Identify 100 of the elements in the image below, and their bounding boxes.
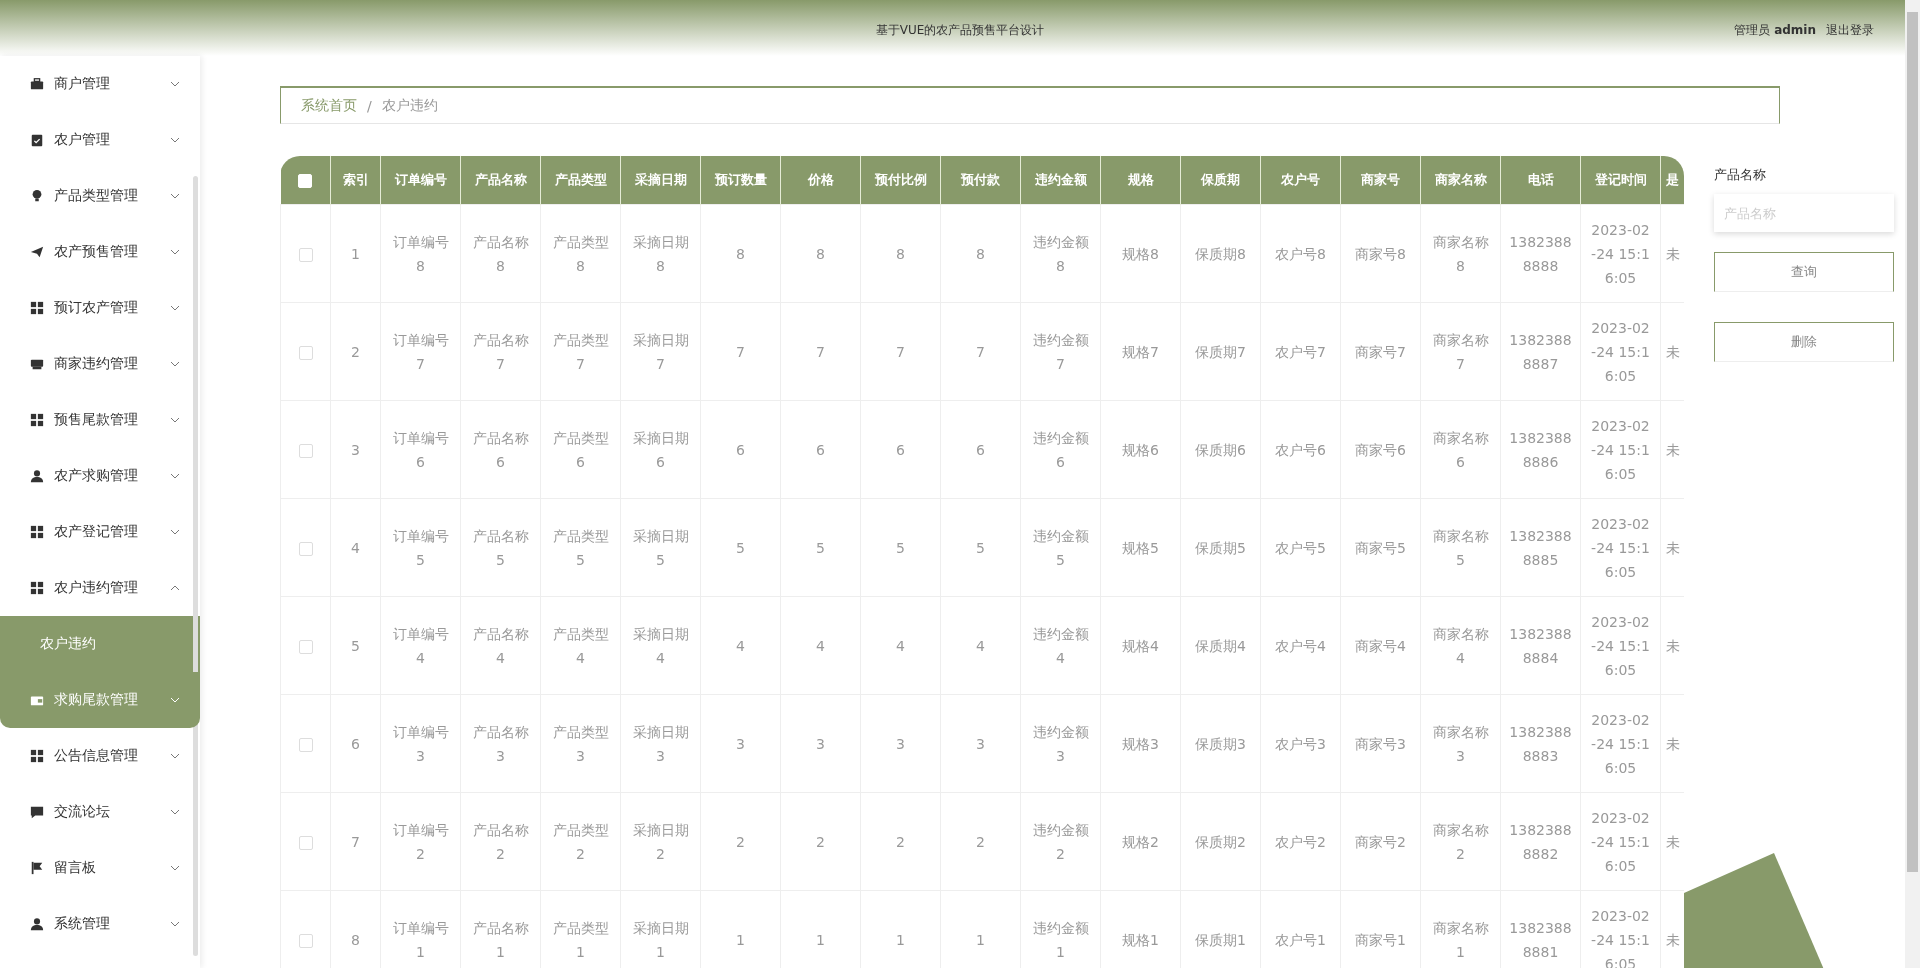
table-cell: 农户号3 — [1260, 694, 1341, 793]
table-cell: 7 — [330, 792, 381, 891]
table-cell: 2023-02-24 15:16:05 — [1580, 498, 1661, 597]
grid-icon — [30, 581, 44, 595]
sidebar-menu-item[interactable]: 农户违约管理 — [0, 560, 200, 616]
table-cell: 订单编号2 — [380, 792, 461, 891]
sidebar-menu-item[interactable]: 交流论坛 — [0, 784, 200, 840]
column-header: 价格 — [780, 156, 861, 205]
table-cell: 规格4 — [1100, 596, 1181, 695]
sidebar-menu-item[interactable]: 农产登记管理 — [0, 504, 200, 560]
table-cell: 产品类型4 — [540, 596, 621, 695]
row-checkbox[interactable] — [298, 835, 313, 850]
table-cell: 采摘日期5 — [620, 498, 701, 597]
table-cell: 农户号8 — [1260, 204, 1341, 303]
chevron-icon — [170, 753, 180, 759]
table-cell: 产品类型7 — [540, 302, 621, 401]
table-cell: 订单编号7 — [380, 302, 461, 401]
table-cell: 3 — [330, 400, 381, 499]
grid-icon — [30, 413, 44, 427]
table-cell: 2023-02-24 15:16:05 — [1580, 596, 1661, 695]
plane-icon — [30, 245, 44, 259]
table-cell: 违约金额2 — [1020, 792, 1101, 891]
table-cell: 订单编号5 — [380, 498, 461, 597]
table-cell: 违约金额7 — [1020, 302, 1101, 401]
table-cell: 13823888887 — [1500, 302, 1581, 401]
sidebar-menu-item[interactable]: 产品类型管理 — [0, 168, 200, 224]
column-header: 保质期 — [1180, 156, 1261, 205]
table-cell: 8 — [940, 204, 1021, 303]
column-header: 采摘日期 — [620, 156, 701, 205]
table-cell: 农户号2 — [1260, 792, 1341, 891]
table-cell: 农户号6 — [1260, 400, 1341, 499]
chevron-icon — [170, 137, 180, 143]
sidebar-menu-item[interactable]: 系统管理 — [0, 896, 200, 952]
sidebar-menu-item[interactable]: 农产预售管理 — [0, 224, 200, 280]
sidebar-menu-item[interactable]: 农户管理 — [0, 112, 200, 168]
sidebar-menu-item[interactable]: 公告信息管理 — [0, 728, 200, 784]
search-label: 产品名称 — [1714, 166, 1767, 184]
row-checkbox[interactable] — [298, 737, 313, 752]
table-cell: 农户号7 — [1260, 302, 1341, 401]
table-cell: 产品名称6 — [460, 400, 541, 499]
table-cell: 6 — [780, 400, 861, 499]
table-cell: 产品类型6 — [540, 400, 621, 499]
chevron-icon — [170, 417, 180, 423]
table-cell: 规格6 — [1100, 400, 1181, 499]
row-checkbox[interactable] — [298, 247, 313, 262]
table-cell: 商家号8 — [1340, 204, 1421, 303]
table-cell: 商家号4 — [1340, 596, 1421, 695]
table-cell: 商家名称7 — [1420, 302, 1501, 401]
chevron-icon — [170, 921, 180, 927]
table-cell: 商家名称5 — [1420, 498, 1501, 597]
table-cell: 3 — [700, 694, 781, 793]
sidebar-menu-item[interactable]: 农产求购管理 — [0, 448, 200, 504]
sidebar-menu-item[interactable]: 商家违约管理 — [0, 336, 200, 392]
chevron-icon — [170, 81, 180, 87]
person-icon — [30, 917, 44, 931]
table-cell: 订单编号6 — [380, 400, 461, 499]
search-button[interactable]: 查询 — [1714, 252, 1894, 292]
table-cell: 2 — [940, 792, 1021, 891]
delete-button[interactable]: 删除 — [1714, 322, 1894, 362]
sidebar-menu-item[interactable]: 留言板 — [0, 840, 200, 896]
logout-link[interactable]: 退出登录 — [1826, 22, 1874, 39]
table-cell: 商家号3 — [1340, 694, 1421, 793]
row-checkbox[interactable] — [298, 541, 313, 556]
column-header: 预订数量 — [700, 156, 781, 205]
select-all-checkbox[interactable] — [298, 173, 313, 188]
table-cell: 产品类型5 — [540, 498, 621, 597]
table-cell: 7 — [700, 302, 781, 401]
sidebar-menu-item[interactable]: 预售尾款管理 — [0, 392, 200, 448]
table-cell: 违约金额6 — [1020, 400, 1101, 499]
table-cell: 产品名称8 — [460, 204, 541, 303]
table-cell: 5 — [940, 498, 1021, 597]
grid-icon — [30, 749, 44, 763]
table-cell: 4 — [700, 596, 781, 695]
chevron-icon — [170, 193, 180, 199]
table-cell: 5 — [330, 596, 381, 695]
sidebar-menu-item[interactable]: 预订农产管理 — [0, 280, 200, 336]
sidebar-scrollbar[interactable] — [193, 176, 198, 956]
chevron-icon — [170, 585, 180, 591]
row-checkbox[interactable] — [298, 345, 313, 360]
row-checkbox[interactable] — [298, 443, 313, 458]
row-checkbox[interactable] — [298, 933, 313, 948]
table-cell: 商家名称3 — [1420, 694, 1501, 793]
table-cell: 2023-02-24 15:16:05 — [1580, 302, 1661, 401]
chevron-icon — [170, 361, 180, 367]
table-cell: 13823888884 — [1500, 596, 1581, 695]
row-checkbox[interactable] — [298, 639, 313, 654]
table-cell: 采摘日期8 — [620, 204, 701, 303]
sidebar-menu-item[interactable]: 商户管理 — [0, 56, 200, 112]
table-cell: 5 — [780, 498, 861, 597]
column-header: 商家号 — [1340, 156, 1421, 205]
chevron-icon — [170, 305, 180, 311]
column-header: 索引 — [330, 156, 381, 205]
column-header: 违约金额 — [1020, 156, 1101, 205]
clipboard-icon — [30, 133, 44, 147]
column-header: 电话 — [1500, 156, 1581, 205]
table-cell: 13823888888 — [1500, 204, 1581, 303]
table-cell: 保质期2 — [1180, 792, 1261, 891]
page-scrollbar[interactable] — [1905, 0, 1920, 968]
table-cell: 6 — [860, 400, 941, 499]
table-cell: 产品类型3 — [540, 694, 621, 793]
